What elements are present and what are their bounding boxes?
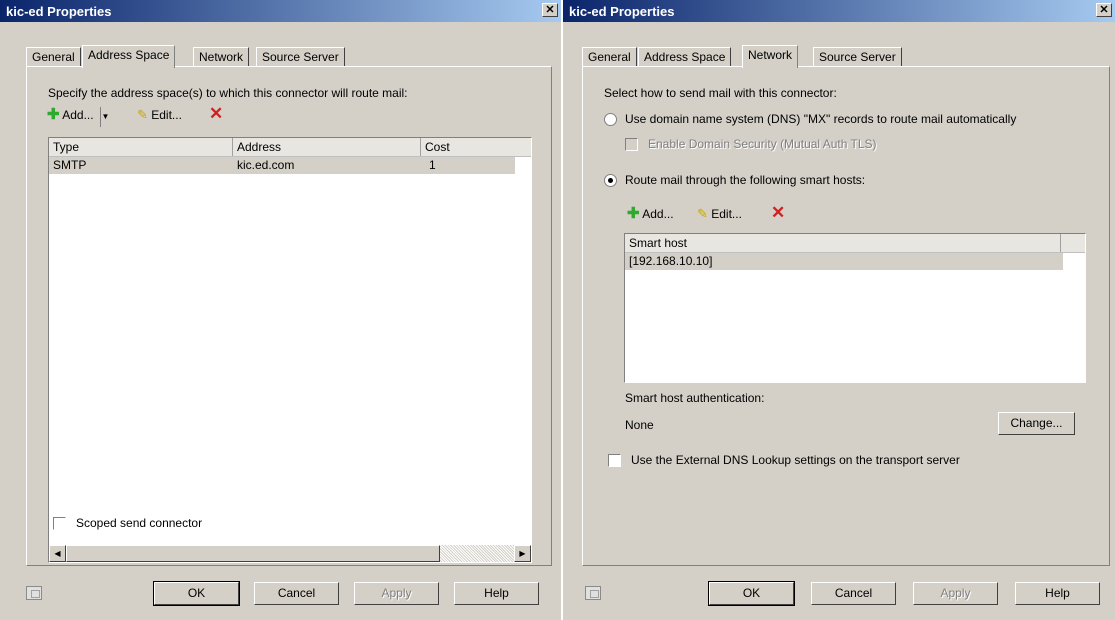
domain-security-label: Enable Domain Security (Mutual Auth TLS) (648, 137, 877, 151)
external-dns-label: Use the External DNS Lookup settings on … (631, 453, 960, 467)
pencil-icon: ✎ (697, 206, 708, 221)
cell-address: kic.ed.com (237, 158, 295, 172)
scroll-right-icon[interactable]: ▶ (514, 545, 531, 562)
right-apply-button[interactable]: Apply (913, 582, 998, 605)
left-cancel-button[interactable]: Cancel (254, 582, 339, 605)
ok-label: OK (187, 586, 206, 600)
left-edit-button[interactable]: ✎ Edit... (137, 105, 182, 125)
cell-type: SMTP (53, 158, 87, 172)
add-icon: ✚ (47, 106, 60, 123)
left-title-bar[interactable]: kic-ed Properties ✕ (0, 0, 561, 22)
right-close-button[interactable]: ✕ (1096, 3, 1112, 17)
dns-mx-radio[interactable] (604, 113, 617, 126)
left-add-label: Add... (62, 108, 94, 122)
right-tab-address-space[interactable]: Address Space (638, 47, 732, 66)
external-dns-checkbox[interactable] (608, 454, 621, 467)
scoped-send-label: Scoped send connector (76, 516, 203, 530)
left-ok-button[interactable]: OK (153, 581, 240, 606)
auth-value: None (625, 418, 654, 432)
cell-smart-host: [192.168.10.10] (629, 254, 713, 268)
right-tab-general[interactable]: General (582, 47, 637, 66)
smart-host-radio[interactable] (604, 174, 617, 187)
right-add-button[interactable]: ✚ Add... (627, 204, 674, 224)
left-tab-general[interactable]: General (26, 47, 81, 66)
left-remove-button[interactable]: ✕ (209, 104, 223, 124)
left-apply-button[interactable]: Apply (354, 582, 439, 605)
left-dialog: kic-ed Properties ✕ General Address Spac… (0, 0, 561, 620)
add-icon: ✚ (627, 205, 640, 222)
left-tab-address-space[interactable]: Address Space (82, 45, 176, 68)
right-title-bar[interactable]: kic-ed Properties ✕ (563, 0, 1115, 22)
cell-cost: 1 (429, 158, 436, 172)
delete-icon: ✕ (209, 104, 224, 123)
chevron-down-icon[interactable]: ▼ (99, 107, 110, 127)
dns-mx-label: Use domain name system (DNS) "MX" record… (625, 112, 1017, 126)
smart-host-list-header: Smart host (625, 234, 1085, 253)
delete-icon: ✕ (771, 203, 786, 222)
help-label: Help (484, 586, 509, 600)
column-address[interactable]: Address (233, 138, 421, 156)
auth-label: Smart host authentication: (625, 391, 765, 405)
left-tab-network[interactable]: Network (193, 47, 250, 66)
table-row[interactable]: [192.168.10.10] (625, 253, 1063, 270)
address-space-list[interactable]: Type Address Cost SMTP kic.ed.com 1 ◀ ▶ (48, 137, 532, 563)
right-tab-panel: Select how to send mail with this connec… (582, 66, 1110, 566)
right-add-label: Add... (642, 207, 674, 221)
left-tab-source-server[interactable]: Source Server (256, 47, 345, 66)
table-row[interactable]: SMTP kic.ed.com 1 (49, 157, 515, 174)
left-close-button[interactable]: ✕ (542, 3, 558, 17)
scroll-track[interactable] (440, 545, 514, 562)
column-cost[interactable]: Cost (421, 138, 531, 156)
left-edit-label: Edit... (151, 108, 182, 122)
address-list-header: Type Address Cost (49, 138, 531, 157)
apply-label: Apply (940, 586, 971, 600)
send-method-label: Select how to send mail with this connec… (604, 86, 837, 100)
scroll-left-icon[interactable]: ◀ (49, 545, 66, 562)
right-tab-strip: General Address Space Network Source Ser… (582, 45, 922, 68)
smart-host-option-label: Route mail through the following smart h… (625, 173, 866, 187)
column-type[interactable]: Type (49, 138, 233, 156)
cancel-label: Cancel (834, 586, 873, 600)
apply-label: Apply (381, 586, 412, 600)
address-space-instruction: Specify the address space(s) to which th… (48, 86, 408, 100)
cancel-label: Cancel (277, 586, 316, 600)
right-dialog: kic-ed Properties ✕ General Address Spac… (563, 0, 1115, 620)
right-remove-button[interactable]: ✕ (771, 203, 785, 223)
domain-security-checkbox[interactable] (625, 138, 638, 151)
help-context-icon (26, 586, 42, 600)
column-smart-host[interactable]: Smart host (625, 234, 1061, 252)
scoped-send-checkbox[interactable] (53, 517, 66, 530)
right-edit-button[interactable]: ✎ Edit... (697, 204, 742, 224)
right-cancel-button[interactable]: Cancel (811, 582, 896, 605)
pencil-icon: ✎ (137, 107, 148, 122)
right-help-button[interactable]: Help (1015, 582, 1100, 605)
right-tab-source-server[interactable]: Source Server (813, 47, 902, 66)
change-label: Change... (1010, 416, 1063, 430)
right-ok-button[interactable]: OK (708, 581, 795, 606)
left-add-button[interactable]: ✚ Add... ▼ (47, 105, 110, 127)
right-window-title: kic-ed Properties (569, 4, 675, 19)
horizontal-scrollbar[interactable]: ◀ ▶ (49, 545, 531, 562)
left-window-title: kic-ed Properties (6, 4, 112, 19)
radio-selected-dot (608, 178, 613, 183)
change-auth-button[interactable]: Change... (998, 412, 1075, 435)
left-help-button[interactable]: Help (454, 582, 539, 605)
right-tab-network[interactable]: Network (742, 45, 799, 68)
ok-label: OK (742, 586, 761, 600)
left-tab-panel: Specify the address space(s) to which th… (26, 66, 552, 566)
help-context-icon (585, 586, 601, 600)
right-edit-label: Edit... (711, 207, 742, 221)
scroll-thumb[interactable] (66, 545, 440, 562)
help-label: Help (1045, 586, 1070, 600)
smart-host-list[interactable]: Smart host [192.168.10.10] (624, 233, 1086, 383)
left-tab-strip: General Address Space Network Source Ser… (26, 45, 366, 68)
